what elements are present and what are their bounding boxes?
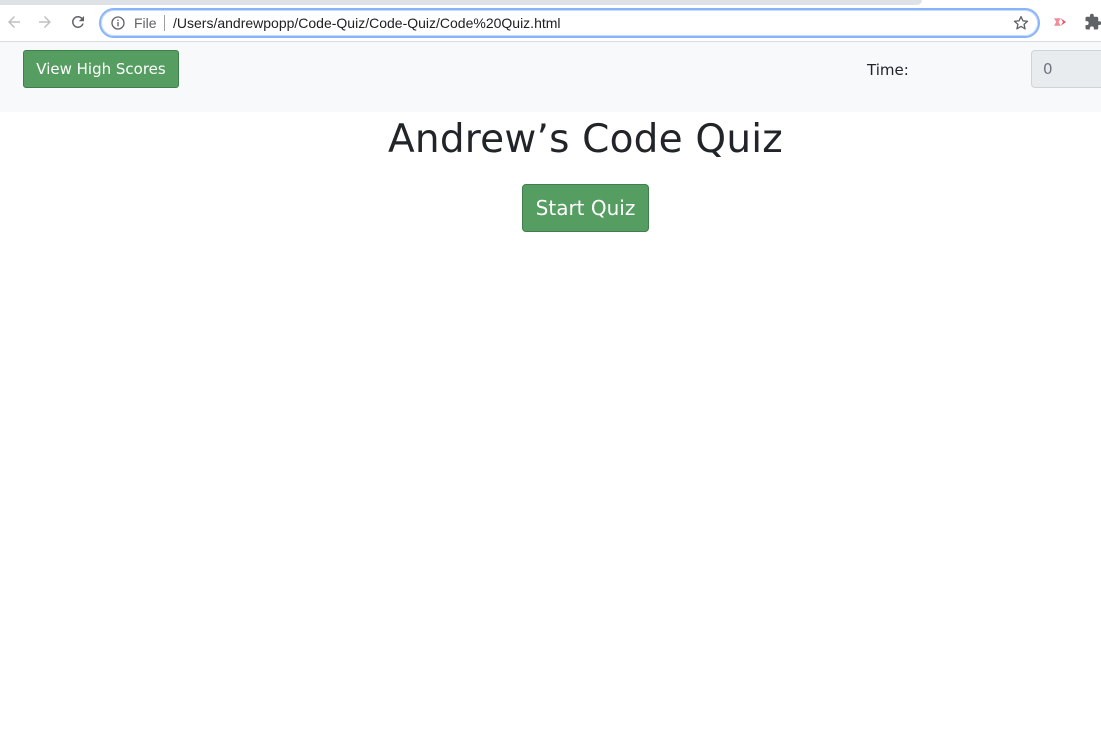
star-icon[interactable]	[1012, 14, 1030, 32]
forward-arrow-icon	[39, 16, 51, 28]
url-scheme-label: File	[134, 15, 157, 31]
page-title: Andrew’s Code Quiz	[388, 117, 783, 162]
tab-strip	[0, 0, 922, 5]
browser-toolbar: File /Users/andrewpopp/Code-Quiz/Code-Qu…	[0, 0, 1101, 42]
url-text[interactable]: /Users/andrewpopp/Code-Quiz/Code-Quiz/Co…	[173, 15, 561, 31]
puzzle-icon[interactable]	[1084, 13, 1101, 31]
time-label: Time:	[867, 61, 909, 79]
time-display: 0	[1031, 50, 1101, 88]
extension-icon[interactable]	[1051, 13, 1069, 31]
address-bar[interactable]: File /Users/andrewpopp/Code-Quiz/Code-Qu…	[99, 8, 1040, 38]
info-icon[interactable]	[110, 15, 126, 31]
reload-icon	[71, 15, 84, 28]
page-navbar: View High Scores Time: 0	[0, 42, 1101, 112]
forward-button[interactable]	[34, 11, 56, 33]
url-separator	[164, 15, 165, 31]
back-button[interactable]	[3, 11, 25, 33]
back-arrow-icon	[8, 16, 20, 28]
view-high-scores-button[interactable]: View High Scores	[23, 50, 179, 88]
reload-button[interactable]	[67, 11, 89, 33]
start-quiz-button[interactable]: Start Quiz	[522, 184, 649, 232]
